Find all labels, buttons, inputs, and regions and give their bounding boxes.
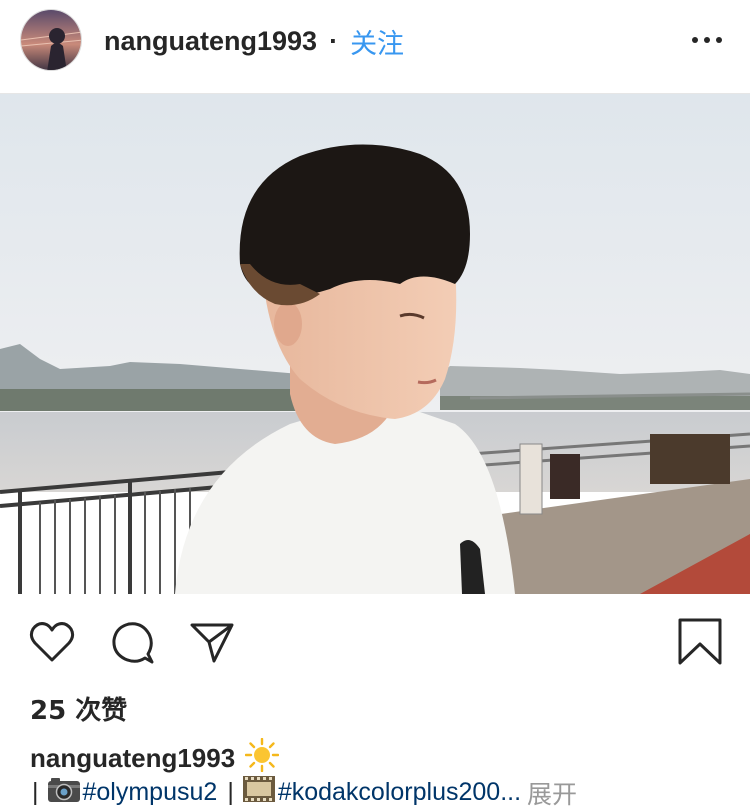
more-dot — [704, 37, 710, 43]
more-options-button[interactable] — [692, 28, 722, 52]
heart-icon[interactable] — [28, 618, 76, 666]
expand-caption-link[interactable]: 展开 — [527, 775, 577, 811]
caption-username[interactable]: nanguateng1993 — [30, 743, 235, 774]
hashtag-link[interactable]: #olympusu2 — [83, 778, 218, 807]
camera-icon — [47, 775, 81, 810]
post-photo[interactable] — [0, 94, 750, 594]
bookmark-icon[interactable] — [676, 618, 724, 666]
avatar-image — [21, 10, 81, 70]
action-bar — [0, 600, 750, 680]
header-user-row: nanguateng1993 · 关注 — [104, 22, 404, 60]
sun-icon — [244, 737, 280, 779]
caption-text: | #olympusu2 | #kodakcolorplus200... 展开 — [30, 774, 730, 811]
send-icon[interactable] — [188, 618, 236, 666]
film-icon — [242, 774, 276, 811]
caption-user-row: nanguateng1993 — [30, 737, 280, 779]
more-dot — [716, 37, 722, 43]
post-photo-image — [0, 94, 750, 594]
more-dot — [692, 37, 698, 43]
follow-button[interactable]: 关注 — [350, 22, 404, 61]
likes-count[interactable]: 25 次赞 — [30, 690, 127, 727]
header-username[interactable]: nanguateng1993 — [104, 26, 317, 57]
header-separator: · — [329, 25, 339, 56]
post-header: nanguateng1993 · 关注 — [0, 0, 750, 94]
caption-bar: | — [32, 778, 39, 806]
hashtag-link[interactable]: #kodakcolorplus200... — [278, 778, 521, 807]
avatar[interactable] — [20, 9, 82, 71]
comment-icon[interactable] — [108, 618, 156, 666]
caption-bar: | — [227, 778, 234, 806]
